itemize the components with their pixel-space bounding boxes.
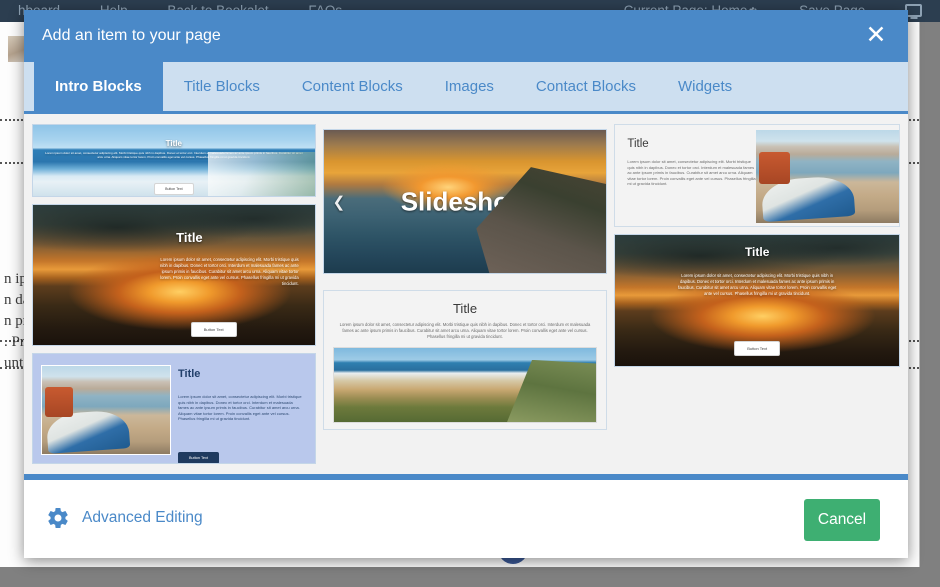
block-body: Lorem ipsum dolor sit amet, consectetur …	[43, 151, 305, 160]
block-intro-text-left-image-right[interactable]: Title Lorem ipsum dolor sit amet, consec…	[614, 124, 900, 227]
modal-header: Add an item to your page ✕	[24, 10, 908, 62]
block-intro-title-text-image[interactable]: Title Lorem ipsum dolor sit amet, consec…	[323, 290, 608, 430]
modal-footer: Advanced Editing Cancel	[24, 480, 908, 558]
modal-title: Add an item to your page	[42, 10, 221, 62]
block-intro-banner-sunset-right[interactable]: Title Lorem ipsum dolor sit amet, consec…	[32, 204, 316, 346]
block-gallery: Title Lorem ipsum dolor sit amet, consec…	[24, 114, 908, 480]
block-intro-banner-sunset-center[interactable]: Title Lorem ipsum dolor sit amet, consec…	[614, 234, 900, 367]
slideshow-label: Slideshow	[324, 186, 607, 217]
tab-title-blocks[interactable]: Title Blocks	[163, 62, 281, 111]
block-button-wrap: Button Text	[615, 337, 899, 356]
tab-intro-blocks[interactable]: Intro Blocks	[34, 62, 163, 111]
gear-icon	[46, 506, 70, 530]
block-button-wrap: Button Text	[33, 177, 315, 195]
gallery-column-left: Title Lorem ipsum dolor sit amet, consec…	[32, 124, 316, 464]
block-body: Lorem ipsum dolor sit amet, consectetur …	[338, 322, 593, 340]
block-title: Title	[627, 138, 648, 150]
block-button-wrap: Button Text	[178, 446, 219, 464]
block-body: Lorem ipsum dolor sit amet, consectetur …	[178, 394, 305, 422]
tab-widgets[interactable]: Widgets	[657, 62, 753, 111]
block-body: Lorem ipsum dolor sit amet, consectetur …	[675, 273, 839, 297]
tab-contact-blocks[interactable]: Contact Blocks	[515, 62, 657, 111]
gallery-column-right: Title Lorem ipsum dolor sit amet, consec…	[614, 124, 900, 464]
block-button[interactable]: Button Text	[178, 452, 219, 464]
tab-content-blocks[interactable]: Content Blocks	[281, 62, 424, 111]
block-title: Title	[33, 139, 315, 148]
block-body: Lorem ipsum dolor sit amet, consectetur …	[159, 257, 299, 287]
block-intro-image-left-text-right[interactable]: Title Lorem ipsum dolor sit amet, consec…	[32, 353, 316, 464]
gallery-column-middle: Slideshow ❮ ❯ Title Lorem ipsum dolor si…	[323, 124, 608, 464]
block-image	[333, 347, 598, 423]
block-title: Title	[615, 245, 899, 259]
close-icon[interactable]: ✕	[862, 21, 890, 49]
block-button[interactable]: Button Text	[154, 183, 193, 195]
add-item-modal: Add an item to your page ✕ Intro Blocks …	[24, 10, 908, 558]
block-intro-slideshow[interactable]: Slideshow ❮ ❯	[323, 129, 608, 274]
advanced-editing-link[interactable]: Advanced Editing	[46, 506, 203, 530]
tab-images[interactable]: Images	[424, 62, 515, 111]
block-button-wrap: Button Text	[191, 318, 237, 337]
modal-tab-bar: Intro Blocks Title Blocks Content Blocks…	[24, 62, 908, 114]
block-image	[756, 130, 899, 223]
chevron-right-icon[interactable]: ❯	[585, 193, 598, 211]
advanced-editing-label: Advanced Editing	[82, 509, 203, 527]
block-button[interactable]: Button Text	[191, 322, 237, 337]
block-image	[41, 365, 171, 455]
cancel-button[interactable]: Cancel	[804, 499, 880, 541]
block-body: Lorem ipsum dolor sit amet, consectetur …	[627, 159, 757, 187]
block-button[interactable]: Button Text	[734, 341, 780, 356]
block-title: Title	[178, 368, 200, 380]
block-intro-banner-beach[interactable]: Title Lorem ipsum dolor sit amet, consec…	[32, 124, 316, 197]
block-title: Title	[176, 230, 203, 245]
block-title: Title	[324, 301, 607, 316]
chevron-left-icon[interactable]: ❮	[333, 193, 346, 211]
